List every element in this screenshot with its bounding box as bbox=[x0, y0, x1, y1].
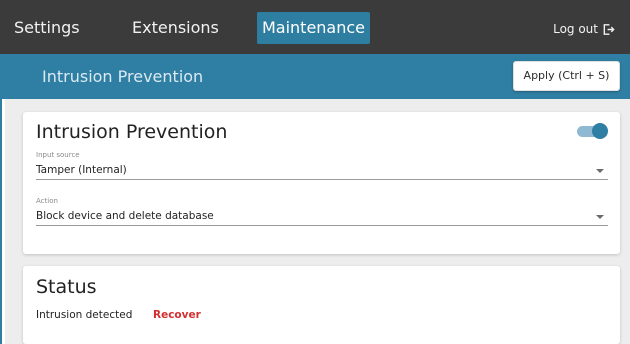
status-text: Intrusion detected bbox=[36, 309, 133, 321]
action-label: Action bbox=[36, 197, 58, 205]
status-card: Status Intrusion detected Recover bbox=[23, 266, 620, 344]
dropdown-arrow-icon bbox=[596, 169, 604, 173]
apply-button[interactable]: Apply (Ctrl + S) bbox=[513, 61, 620, 91]
input-source-label: Input source bbox=[36, 151, 80, 159]
action-select[interactable]: Block device and delete database bbox=[36, 209, 608, 226]
logout-label: Log out bbox=[553, 22, 598, 36]
intrusion-prevention-card: Intrusion Prevention Input source Tamper… bbox=[23, 112, 620, 254]
card-title: Intrusion Prevention bbox=[36, 121, 228, 143]
tab-settings[interactable]: Settings bbox=[14, 12, 80, 44]
action-value: Block device and delete database bbox=[36, 210, 214, 222]
tab-maintenance[interactable]: Maintenance bbox=[257, 12, 370, 44]
status-title: Status bbox=[36, 276, 97, 298]
top-navigation-bar: Settings Extensions Maintenance Log out bbox=[0, 0, 630, 54]
toggle-knob bbox=[592, 123, 608, 139]
dropdown-arrow-icon bbox=[596, 215, 604, 219]
recover-link[interactable]: Recover bbox=[153, 309, 201, 321]
logout-button[interactable]: Log out bbox=[553, 19, 615, 39]
page-title: Intrusion Prevention bbox=[42, 67, 204, 86]
tab-extensions[interactable]: Extensions bbox=[132, 12, 219, 44]
input-source-select[interactable]: Tamper (Internal) bbox=[36, 163, 608, 180]
input-source-value: Tamper (Internal) bbox=[36, 164, 127, 176]
intrusion-prevention-toggle[interactable] bbox=[577, 123, 608, 139]
left-edge-accent bbox=[0, 99, 2, 344]
logout-icon bbox=[603, 23, 615, 35]
